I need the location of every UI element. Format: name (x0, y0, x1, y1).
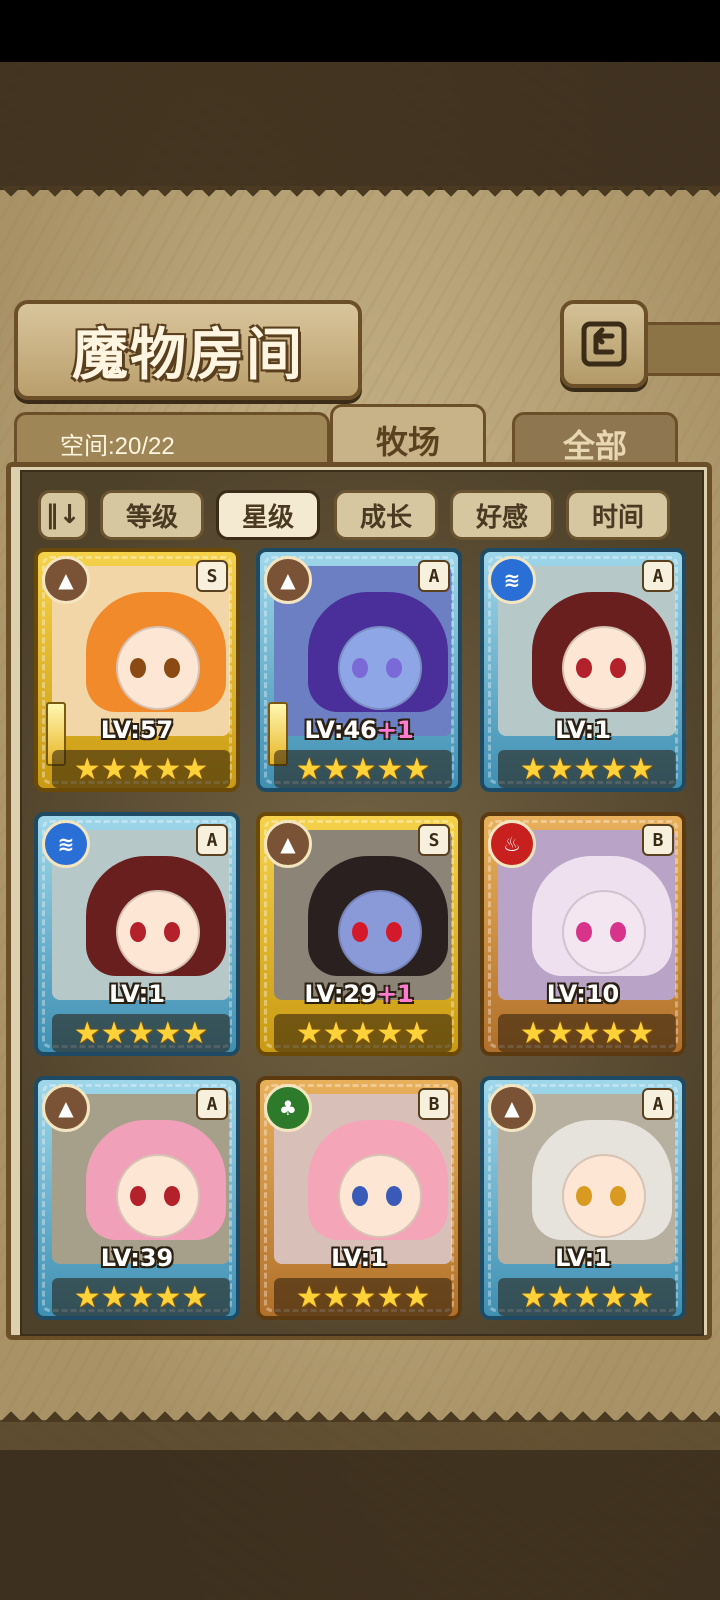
space-capacity: 空间:20/22 (60, 433, 175, 460)
sort-level-button[interactable]: 等级 (100, 490, 204, 540)
star-rating: ★★★★★ (274, 1014, 452, 1052)
sort-order-toggle[interactable]: ‖↓ (38, 490, 88, 540)
status-bar (0, 0, 720, 62)
star-rating: ★★★★★ (52, 1014, 230, 1052)
back-rail (640, 322, 720, 376)
monster-level: LV:1 (555, 1244, 611, 1272)
earth-element-icon: ▲ (488, 1084, 536, 1132)
monster-card[interactable]: ▲ S LV:57 ★★★★★ (34, 548, 240, 792)
rank-badge: S (418, 824, 450, 856)
rank-badge: A (196, 824, 228, 856)
monster-card[interactable]: ♣ B LV:1 ★★★★★ (256, 1076, 462, 1320)
earth-element-icon: ▲ (264, 556, 312, 604)
zigzag-border-top (0, 186, 720, 208)
monster-level: LV:1 (331, 1244, 387, 1272)
monster-card[interactable]: ≋ A LV:1 ★★★★★ (480, 548, 686, 792)
sort-affinity-button[interactable]: 好感 (450, 490, 554, 540)
monster-level: LV:10 (546, 980, 620, 1008)
monster-level: LV:57 (100, 716, 174, 744)
rank-badge: A (642, 560, 674, 592)
monster-card[interactable]: ▲ A LV:46+1 ★★★★★ (256, 548, 462, 792)
rank-badge: S (196, 560, 228, 592)
page-title: 魔物房间 (72, 321, 304, 388)
star-rating: ★★★★★ (52, 750, 230, 788)
monster-card[interactable]: ▲ A LV:1 ★★★★★ (480, 1076, 686, 1320)
title-plate: 魔物房间 (14, 300, 362, 400)
earth-element-icon: ▲ (42, 1084, 90, 1132)
rank-badge: B (418, 1088, 450, 1120)
rank-badge: B (642, 824, 674, 856)
monster-level: LV:39 (100, 1244, 174, 1272)
sort-time-button[interactable]: 时间 (566, 490, 670, 540)
water-element-icon: ≋ (488, 556, 536, 604)
monster-level: LV:46+1 (304, 716, 414, 744)
back-button[interactable] (560, 300, 648, 388)
sort-star-button[interactable]: 星级 (216, 490, 320, 540)
fire-element-icon: ♨ (488, 820, 536, 868)
back-arrow-icon (581, 321, 627, 367)
water-element-icon: ≋ (42, 820, 90, 868)
wood-element-icon: ♣ (264, 1084, 312, 1132)
monster-level: LV:1 (555, 716, 611, 744)
monster-level: LV:1 (109, 980, 165, 1008)
map-strip-bottom (0, 1450, 720, 1600)
monster-card[interactable]: ▲ S LV:29+1 ★★★★★ (256, 812, 462, 1056)
level-bonus: +1 (376, 716, 414, 744)
star-rating: ★★★★★ (498, 1278, 676, 1316)
star-rating: ★★★★★ (274, 1278, 452, 1316)
monster-level: LV:29+1 (304, 980, 414, 1008)
star-rating: ★★★★★ (498, 1014, 676, 1052)
star-rating: ★★★★★ (498, 750, 676, 788)
rank-badge: A (196, 1088, 228, 1120)
sort-order-icon: ‖↓ (45, 500, 81, 530)
monster-card[interactable]: ≋ A LV:1 ★★★★★ (34, 812, 240, 1056)
zigzag-border-bottom (0, 1400, 720, 1422)
earth-element-icon: ▲ (264, 820, 312, 868)
map-strip-top (0, 62, 720, 192)
rank-badge: A (642, 1088, 674, 1120)
sort-growth-button[interactable]: 成长 (334, 490, 438, 540)
level-bonus: +1 (376, 980, 414, 1008)
rank-badge: A (418, 560, 450, 592)
earth-element-icon: ▲ (42, 556, 90, 604)
star-rating: ★★★★★ (274, 750, 452, 788)
monster-card[interactable]: ♨ B LV:10 ★★★★★ (480, 812, 686, 1056)
star-rating: ★★★★★ (52, 1278, 230, 1316)
monster-card[interactable]: ▲ A LV:39 ★★★★★ (34, 1076, 240, 1320)
